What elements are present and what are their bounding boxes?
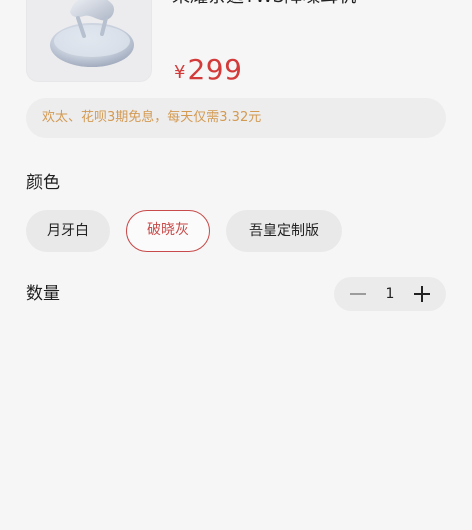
product-image [26, 0, 152, 82]
color-option-custom-edition[interactable]: 吾皇定制版 [226, 210, 342, 252]
quantity-stepper[interactable]: 1 [334, 277, 446, 311]
product-title: 荣耀亲选TWS降噪耳机 [172, 0, 402, 8]
product-spec-sheet: 荣耀亲选TWS降噪耳机 ¥ 299 欢太、花呗3期免息，每天仅需3.32元 颜色… [0, 0, 472, 530]
plus-icon[interactable] [412, 284, 432, 304]
installment-promo-banner: 欢太、花呗3期免息，每天仅需3.32元 [26, 98, 446, 138]
price-currency: ¥ [174, 62, 186, 83]
color-option-moon-white[interactable]: 月牙白 [26, 210, 110, 252]
color-option-dawn-gray[interactable]: 破晓灰 [126, 210, 210, 252]
quantity-value: 1 [385, 286, 395, 302]
product-title-text: 荣耀亲选TWS降噪耳机 [172, 0, 402, 8]
earbuds-case-icon [50, 0, 134, 67]
color-section-label: 颜色 [26, 173, 60, 193]
price-amount: 299 [187, 53, 243, 86]
minus-icon[interactable] [348, 284, 368, 304]
product-price: ¥ 299 [174, 53, 243, 86]
quantity-section-label: 数量 [26, 284, 60, 304]
